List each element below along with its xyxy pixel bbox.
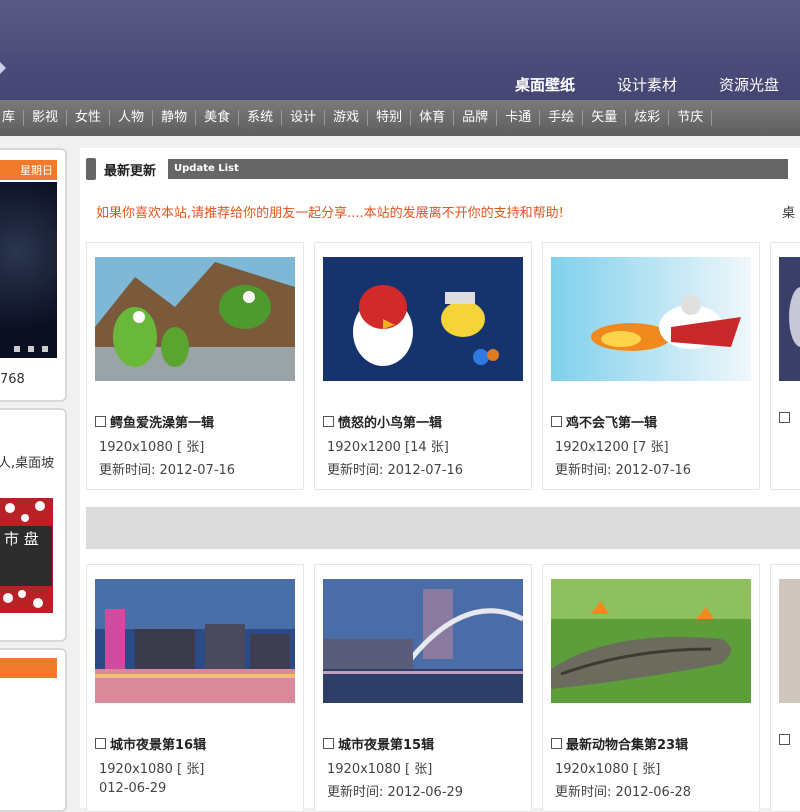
wallpaper-card[interactable] (770, 242, 800, 490)
wallpaper-title-text: 鳄鱼爱洗澡第一辑 (110, 416, 215, 431)
more-link[interactable]: 桌 (782, 202, 795, 221)
wallpaper-card[interactable]: 鸡不会飞第一辑 1920x1200 [7 张] 更新时间: 2012-07-16 (542, 242, 760, 490)
category-item[interactable]: 女性 (67, 110, 111, 126)
category-item[interactable]: 设计 (282, 110, 326, 126)
section-header: 最新更新 Update List (86, 158, 789, 180)
wallpaper-date: 更新时间: 2012-07-16 (99, 463, 236, 478)
flying-chicken-image (551, 257, 751, 381)
wallpaper-title[interactable]: 愤怒的小鸟第一辑 (323, 412, 442, 431)
angry-birds-image (323, 257, 523, 381)
wallpaper-title[interactable]: 最新动物合集第23辑 (551, 734, 688, 753)
wallpaper-thumbnail[interactable] (779, 257, 800, 381)
wallpaper-title-text: 最新动物合集第23辑 (566, 738, 689, 753)
sidebar-number: 768 (0, 372, 25, 387)
wallpaper-title[interactable]: 鳄鱼爱洗澡第一辑 (95, 412, 214, 431)
sidebar-image[interactable] (0, 182, 57, 358)
section-marker (86, 158, 96, 180)
sidebar-poster[interactable]: 市 盘 (0, 498, 53, 613)
wallpaper-title[interactable] (779, 412, 794, 423)
category-item[interactable]: 节庆 (669, 110, 713, 126)
category-item[interactable]: 矢量 (583, 110, 627, 126)
category-item[interactable]: 手绘 (540, 110, 584, 126)
wallpaper-card[interactable]: 最新动物合集第23辑 1920x1080 [ 张] 更新时间: 2012-06-… (542, 564, 760, 812)
wallpaper-card[interactable]: 城市夜景第15辑 1920x1080 [ 张] 更新时间: 2012-06-29 (314, 564, 532, 812)
category-item[interactable]: 系统 (239, 110, 283, 126)
wallpaper-size: 1920x1080 [ 张] (99, 762, 205, 777)
checkbox-icon (95, 738, 106, 749)
wallpaper-date: 更新时间: 2012-07-16 (327, 463, 464, 478)
wallpaper-thumbnail[interactable] (95, 257, 295, 381)
category-item[interactable]: 特别 (368, 110, 412, 126)
category-item[interactable]: 静物 (153, 110, 197, 126)
partial-image (779, 257, 800, 381)
wallpaper-title-text: 城市夜景第16辑 (110, 738, 207, 753)
wallpaper-date: 012-06-29 (99, 781, 167, 796)
wallpaper-title-text: 愤怒的小鸟第一辑 (338, 416, 443, 431)
wallpaper-thumbnail[interactable] (95, 579, 295, 703)
wallpaper-date: 更新时间: 2012-06-29 (327, 785, 464, 800)
wallpaper-card[interactable]: 城市夜景第16辑 1920x1080 [ 张] 012-06-29 (86, 564, 304, 812)
category-item[interactable]: 美食 (196, 110, 240, 126)
checkbox-icon (323, 738, 334, 749)
checkbox-icon (779, 412, 790, 423)
wallpaper-title[interactable]: 城市夜景第15辑 (323, 734, 434, 753)
wallpaper-date: 更新时间: 2012-06-28 (555, 785, 692, 800)
wallpaper-card[interactable] (770, 564, 800, 812)
wallpaper-title-text: 城市夜景第15辑 (338, 738, 435, 753)
wallpaper-card[interactable]: 愤怒的小鸟第一辑 1920x1200 [14 张] 更新时间: 2012-07-… (314, 242, 532, 490)
wallpaper-thumbnail[interactable] (779, 579, 800, 703)
checkbox-icon (95, 416, 106, 427)
section-divider (86, 507, 800, 549)
wallpaper-size: 1920x1200 [7 张] (555, 440, 669, 455)
wallpaper-thumbnail[interactable] (323, 257, 523, 381)
wallpaper-title[interactable] (779, 734, 794, 745)
city-night-15-image (323, 579, 523, 703)
animals-23-image (551, 579, 751, 703)
partial-image (779, 579, 800, 703)
category-item[interactable]: 人物 (110, 110, 154, 126)
wallpaper-title[interactable]: 城市夜景第16辑 (95, 734, 206, 753)
checkbox-icon (551, 416, 562, 427)
category-item[interactable]: 游戏 (325, 110, 369, 126)
wallpaper-thumbnail[interactable] (323, 579, 523, 703)
nav-arrow-icon (0, 62, 6, 74)
top-nav-wallpaper[interactable]: 桌面壁纸 (494, 74, 596, 95)
weekday-badge: 星期日 (0, 160, 57, 180)
category-item[interactable]: 卡通 (497, 110, 541, 126)
sidebar-orange-header (0, 658, 57, 678)
wallpaper-size: 1920x1200 [14 张] (327, 440, 449, 455)
wallpaper-size: 1920x1080 [ 张] (555, 762, 661, 777)
wallpaper-title-text: 鸡不会飞第一辑 (566, 416, 658, 431)
site-header (0, 0, 800, 55)
checkbox-icon (551, 738, 562, 749)
section-subtitle: Update List (168, 159, 789, 179)
top-nav-resources[interactable]: 资源光盘 (698, 74, 800, 95)
sidebar-text[interactable]: 人,桌面坡 (0, 452, 54, 471)
notice-text: 如果你喜欢本站,请推荐给你的朋友一起分享....本站的发展离不开你的支持和帮助! (96, 206, 564, 221)
category-item[interactable]: 炫彩 (626, 110, 670, 126)
category-item[interactable]: 体育 (411, 110, 455, 126)
checkbox-icon (323, 416, 334, 427)
wallpaper-size: 1920x1080 [ 张] (99, 440, 205, 455)
wallpaper-title[interactable]: 鸡不会飞第一辑 (551, 412, 657, 431)
category-bar: 库 影视 女性 人物 静物 美食 系统 设计 游戏 特别 体育 品牌 卡通 手绘… (0, 100, 800, 136)
category-item[interactable]: 品牌 (454, 110, 498, 126)
section-title: 最新更新 (104, 163, 157, 179)
croc-bath-image (95, 257, 295, 381)
top-nav: 桌面壁纸 设计素材 资源光盘 (494, 74, 800, 95)
wallpaper-thumbnail[interactable] (551, 579, 751, 703)
wallpaper-date: 更新时间: 2012-07-16 (555, 463, 692, 478)
checkbox-icon (779, 734, 790, 745)
category-item[interactable]: 库 (0, 110, 25, 126)
wallpaper-card[interactable]: 鳄鱼爱洗澡第一辑 1920x1080 [ 张] 更新时间: 2012-07-16 (86, 242, 304, 490)
top-nav-design[interactable]: 设计素材 (596, 74, 698, 95)
city-night-16-image (95, 579, 295, 703)
wallpaper-size: 1920x1080 [ 张] (327, 762, 433, 777)
category-item[interactable]: 影视 (24, 110, 68, 126)
wallpaper-thumbnail[interactable] (551, 257, 751, 381)
poster-label: 市 盘 (0, 526, 52, 586)
